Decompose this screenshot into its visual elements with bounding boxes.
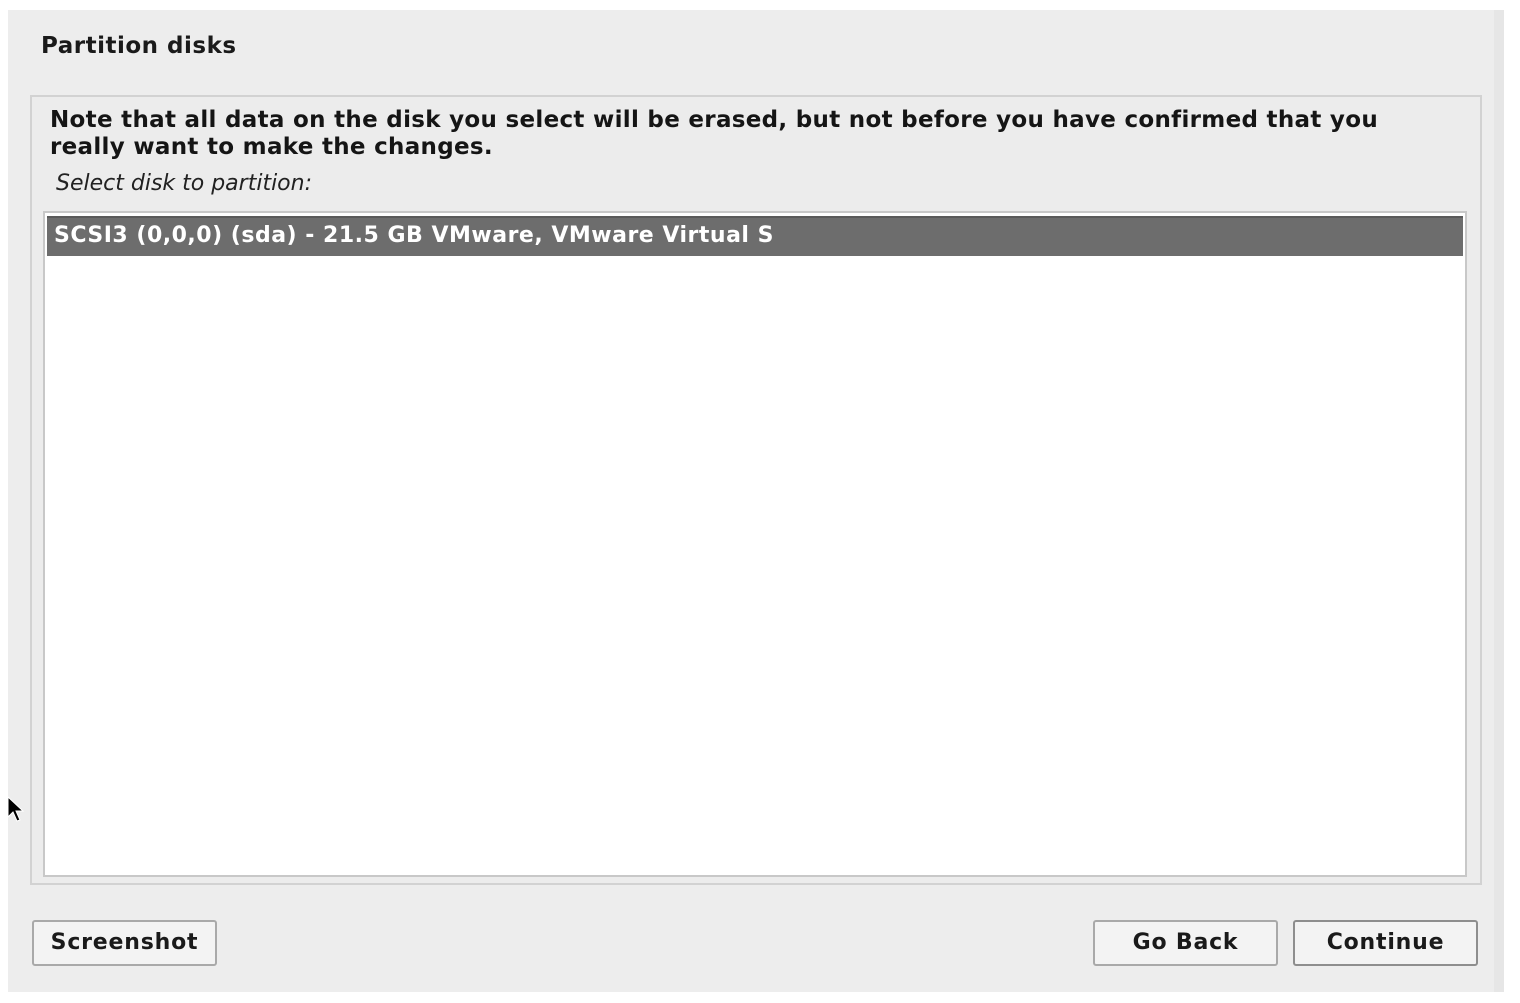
disk-list[interactable]: SCSI3 (0,0,0) (sda) - 21.5 GB VMware, VM… bbox=[43, 211, 1467, 877]
content-panel: Note that all data on the disk you selec… bbox=[30, 95, 1482, 885]
installer-window: Partition disks Note that all data on th… bbox=[8, 10, 1504, 992]
continue-button[interactable]: Continue bbox=[1293, 920, 1478, 966]
go-back-button[interactable]: Go Back bbox=[1093, 920, 1278, 966]
select-disk-prompt: Select disk to partition: bbox=[56, 171, 312, 196]
page-title: Partition disks bbox=[41, 33, 237, 59]
screenshot-button[interactable]: Screenshot bbox=[32, 920, 217, 966]
warning-note: Note that all data on the disk you selec… bbox=[50, 107, 1379, 160]
disk-list-item-sda[interactable]: SCSI3 (0,0,0) (sda) - 21.5 GB VMware, VM… bbox=[47, 216, 1463, 256]
mouse-pointer-icon bbox=[7, 795, 25, 822]
